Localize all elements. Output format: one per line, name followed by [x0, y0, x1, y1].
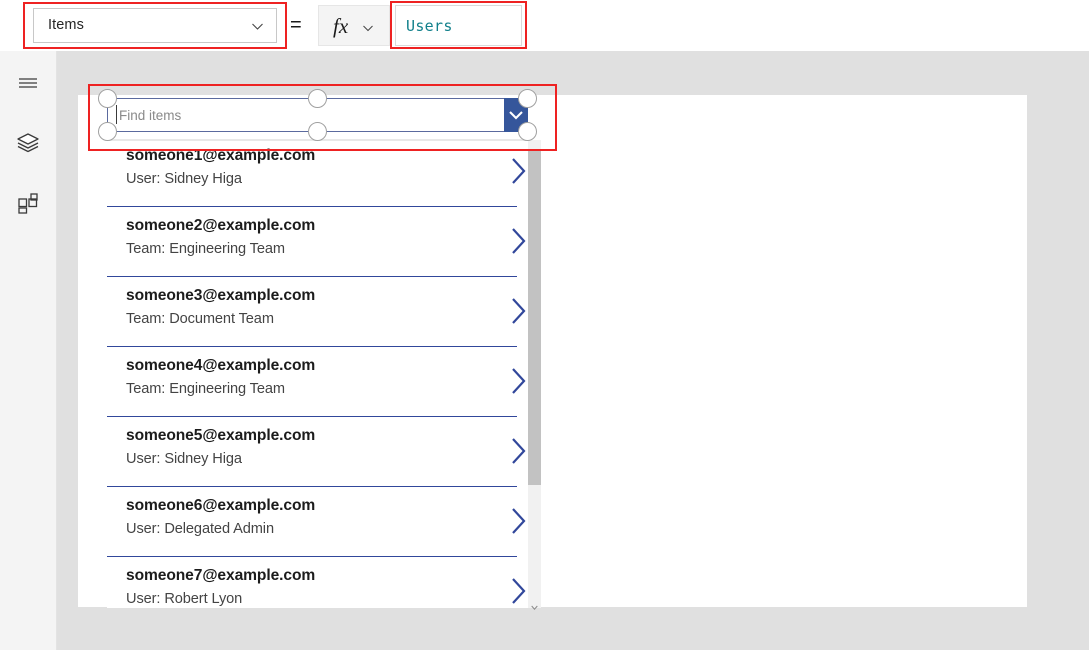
gallery-list: someone1@example.com User: Sidney Higa som…: [107, 140, 541, 608]
chevron-down-icon: [362, 21, 374, 33]
gallery-item-title: someone7@example.com: [126, 567, 316, 584]
gallery-item[interactable]: someone6@example.com User: Delegated Admi…: [107, 487, 526, 557]
gallery-item-subtitle: Team: Document Team: [126, 311, 274, 327]
gallery-item-subtitle: Team: Engineering Team: [126, 241, 285, 257]
resize-handle-top-right[interactable]: [518, 89, 537, 108]
gallery-item[interactable]: someone1@example.com User: Sidney Higa: [107, 140, 526, 207]
resize-handle-bottom-left[interactable]: [98, 122, 117, 141]
gallery-item-subtitle: User: Delegated Admin: [126, 521, 274, 537]
gallery-item[interactable]: someone3@example.com Team: Document Team: [107, 277, 526, 347]
resize-handle-bottom-right[interactable]: [518, 122, 537, 141]
resize-handle-top-left[interactable]: [98, 89, 117, 108]
gallery-item[interactable]: someone7@example.com User: Robert Lyon: [107, 557, 526, 608]
chevron-down-icon: [251, 20, 264, 33]
gallery-item-title: someone2@example.com: [126, 217, 316, 234]
text-caret: [116, 105, 117, 124]
gallery-item-subtitle: User: Sidney Higa: [126, 171, 242, 187]
gallery-item-title: someone3@example.com: [126, 287, 316, 304]
formula-bar-remainder[interactable]: [522, 5, 1082, 46]
gallery-item-title: someone6@example.com: [126, 497, 316, 514]
app-root: Items = fx Users someone1@example.com Us…: [0, 0, 1089, 650]
gallery-item-title: someone4@example.com: [126, 357, 316, 374]
gallery-item[interactable]: someone5@example.com User: Sidney Higa: [107, 417, 526, 487]
chevron-down-icon: [509, 111, 523, 120]
gallery-item-subtitle: Team: Engineering Team: [126, 381, 285, 397]
left-rail: [0, 51, 57, 650]
scrollbar-thumb[interactable]: [528, 150, 541, 485]
gallery-item-subtitle: User: Robert Lyon: [126, 591, 243, 607]
menu-icon[interactable]: [14, 69, 42, 97]
fx-button[interactable]: fx: [318, 5, 390, 46]
fx-label: fx: [333, 14, 349, 38]
gallery-item-title: someone5@example.com: [126, 427, 316, 444]
scroll-down-arrow-icon[interactable]: [531, 598, 538, 610]
formula-bar: Items = fx Users: [0, 0, 1089, 52]
components-icon[interactable]: [14, 188, 42, 216]
scroll-up-arrow-icon[interactable]: [531, 142, 538, 154]
formula-input-value: Users: [406, 17, 453, 35]
property-dropdown-value: Items: [48, 17, 84, 33]
layers-icon[interactable]: [14, 128, 42, 156]
gallery-scrollbar[interactable]: [528, 140, 541, 610]
gallery-item[interactable]: someone2@example.com Team: Engineering Te…: [107, 207, 526, 277]
search-input-placeholder: Find items: [119, 108, 182, 123]
gallery[interactable]: someone1@example.com User: Sidney Higa som…: [107, 140, 541, 608]
formula-input[interactable]: Users: [395, 5, 522, 46]
resize-handle-top-center[interactable]: [308, 89, 327, 108]
gallery-item-title: someone1@example.com: [126, 147, 316, 164]
gallery-item-subtitle: User: Sidney Higa: [126, 451, 242, 467]
property-dropdown[interactable]: Items: [33, 8, 277, 43]
gallery-item[interactable]: someone4@example.com Team: Engineering Te…: [107, 347, 526, 417]
equals-sign: =: [290, 14, 302, 36]
resize-handle-bottom-center[interactable]: [308, 122, 327, 141]
